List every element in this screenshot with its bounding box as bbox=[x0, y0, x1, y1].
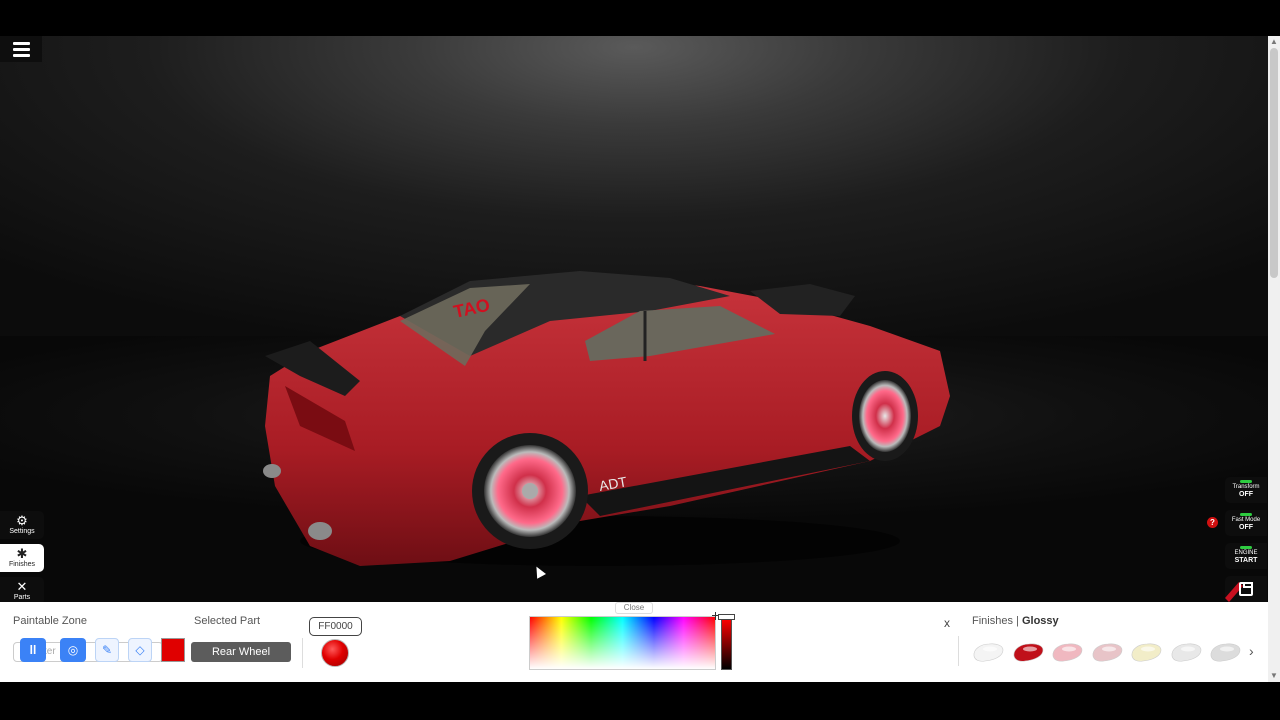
eraser-icon[interactable]: ◇ bbox=[128, 638, 152, 662]
silver-finish-swatch[interactable] bbox=[1169, 640, 1203, 664]
finishes-title: Finishes | Glossy bbox=[972, 615, 1059, 627]
current-finish: Glossy bbox=[1021, 615, 1059, 627]
finishes-button[interactable]: ✱ Finishes bbox=[0, 544, 44, 572]
divider bbox=[302, 638, 303, 668]
3d-viewport[interactable]: TAO ADT bbox=[0, 36, 1268, 602]
save-button[interactable] bbox=[1225, 576, 1267, 602]
red-finish-swatch[interactable] bbox=[1011, 640, 1045, 664]
transform-state: OFF bbox=[1239, 491, 1253, 498]
wrench-icon: ✕ bbox=[16, 579, 28, 594]
fast-mode-state: OFF bbox=[1239, 524, 1253, 531]
settings-label: Settings bbox=[9, 528, 35, 535]
light-pink-finish-swatch[interactable] bbox=[1090, 640, 1124, 664]
grey-finish-swatch[interactable] bbox=[1208, 640, 1242, 664]
fast-mode-label: Fast Mode bbox=[1231, 517, 1261, 523]
paintable-zone-label: Paintable Zone bbox=[13, 615, 87, 627]
hex-color-input[interactable]: FF0000 bbox=[309, 617, 362, 636]
scroll-thumb[interactable] bbox=[1270, 48, 1278, 278]
hamburger-icon[interactable] bbox=[0, 36, 42, 62]
color-swatch[interactable] bbox=[161, 638, 185, 662]
color-preview bbox=[321, 639, 349, 667]
divider bbox=[958, 636, 959, 666]
scroll-down-arrow-icon[interactable]: ▼ bbox=[1268, 670, 1280, 682]
finishes-label: Finishes bbox=[8, 561, 36, 568]
car-model[interactable]: TAO ADT bbox=[250, 256, 970, 576]
save-icon bbox=[1239, 582, 1253, 596]
engine-state: START bbox=[1234, 557, 1258, 564]
white-finish-swatch[interactable] bbox=[971, 640, 1005, 664]
app-stage: TAO ADT ▲ ▼ ⚙ Settings ✱ Finishes ✕ Part… bbox=[0, 0, 1280, 720]
selected-part-button[interactable]: Rear Wheel bbox=[191, 642, 291, 662]
finishes-title-label: Finishes bbox=[972, 615, 1013, 627]
selected-part-label: Selected Part bbox=[194, 615, 261, 627]
chevron-right-icon[interactable]: › bbox=[1249, 643, 1254, 659]
engine-label: ENGINE bbox=[1234, 550, 1258, 556]
pink-finish-swatch[interactable] bbox=[1050, 640, 1084, 664]
bottom-bar bbox=[0, 682, 1280, 720]
engine-start-button[interactable]: ENGINE START bbox=[1225, 543, 1267, 569]
slider-handle[interactable] bbox=[718, 614, 735, 620]
pause-icon[interactable]: ll bbox=[20, 638, 46, 662]
transform-toggle[interactable]: Transform OFF bbox=[1225, 477, 1267, 503]
parts-label: Parts bbox=[13, 594, 31, 601]
pencil-icon[interactable]: ✎ bbox=[95, 638, 119, 662]
brightness-slider[interactable] bbox=[721, 618, 732, 670]
transform-label: Transform bbox=[1232, 484, 1260, 490]
finishes-close-button[interactable]: x bbox=[944, 616, 950, 630]
color-picker-field[interactable] bbox=[529, 616, 716, 670]
target-icon[interactable]: ◎ bbox=[60, 638, 86, 662]
gear-icon: ⚙ bbox=[16, 513, 28, 528]
page-scrollbar[interactable]: ▲ ▼ bbox=[1268, 36, 1280, 682]
help-icon[interactable]: ? bbox=[1207, 517, 1218, 528]
fast-mode-toggle[interactable]: Fast Mode OFF bbox=[1225, 510, 1267, 536]
cream-finish-swatch[interactable] bbox=[1129, 640, 1163, 664]
parts-button[interactable]: ✕ Parts bbox=[0, 577, 44, 605]
spray-icon: ✱ bbox=[16, 546, 28, 561]
close-button[interactable]: Close bbox=[615, 602, 653, 614]
settings-button[interactable]: ⚙ Settings bbox=[0, 511, 44, 539]
scroll-up-arrow-icon[interactable]: ▲ bbox=[1268, 36, 1280, 48]
